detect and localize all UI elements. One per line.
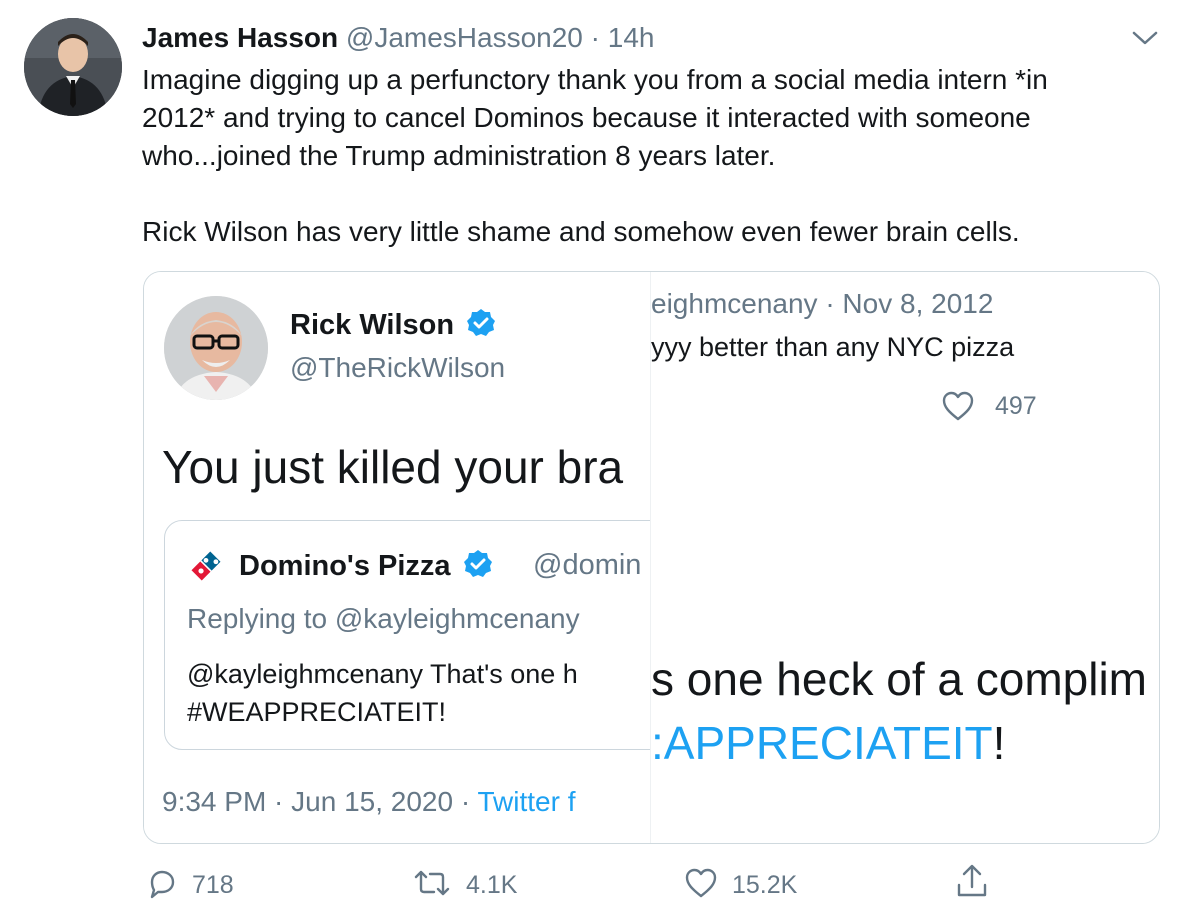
- rick-wilson-handle: @TheRickWilson: [290, 352, 506, 383]
- retweet-count: 4.1K: [466, 870, 518, 899]
- tweet-media-image[interactable]: Rick Wilson @TheRickWilson You just kill…: [143, 271, 1160, 844]
- retweet-button[interactable]: 4.1K: [412, 868, 517, 902]
- original-tweet-likes: 497: [995, 392, 1037, 420]
- hashtag-prefix: :: [651, 717, 664, 769]
- replying-to-label: Replying to @kayleighmcenany: [187, 603, 580, 634]
- quoted-tweet: Domino's Pizza @domin Replying to @kayle…: [164, 520, 650, 750]
- quoted-tweet-text: @kayleighmcenany That's one h #WEAPPRECI…: [187, 655, 578, 731]
- original-tweet-meta: eighmcenany · Nov 8, 2012: [651, 288, 994, 319]
- author-name[interactable]: James Hasson: [142, 22, 338, 53]
- tweet-body-line: Rick Wilson has very little shame and so…: [142, 216, 1020, 247]
- quoted-text-line: @kayleighmcenany That's one h: [187, 659, 578, 689]
- tweet-timestamp[interactable]: 14h: [608, 22, 655, 53]
- author-avatar[interactable]: [24, 18, 122, 116]
- tweet: James Hasson @JamesHasson20 · 14h Imagin…: [0, 0, 1186, 919]
- retweet-icon: [412, 867, 452, 904]
- original-tweet-hashtag: :APPRECIATEIT!: [651, 716, 1005, 770]
- rick-wilson-tweet-text: You just killed your bra: [162, 441, 624, 493]
- verified-badge-icon: [463, 549, 493, 587]
- paragraph-spacer: [142, 175, 1152, 213]
- rick-wilson-source: Twitter f: [477, 786, 576, 817]
- heart-icon: [684, 867, 718, 904]
- like-count: 15.2K: [732, 870, 798, 899]
- quoted-author-handle: @domin: [533, 549, 642, 581]
- verified-badge-icon: [466, 308, 496, 346]
- dominos-logo-icon: [187, 547, 225, 585]
- author-handle[interactable]: @JamesHasson20: [346, 22, 583, 53]
- rick-wilson-name-text: Rick Wilson: [290, 309, 455, 341]
- heart-icon: [941, 390, 975, 422]
- chevron-down-icon[interactable]: [1130, 28, 1160, 48]
- screenshot-right: eighmcenany · Nov 8, 2012 yyy better tha…: [650, 272, 1159, 843]
- reply-icon: [146, 867, 178, 904]
- original-tweet-compliment: s one heck of a complim: [651, 653, 1148, 705]
- tweet-header: James Hasson @JamesHasson20 · 14h: [142, 20, 654, 56]
- like-button[interactable]: 15.2K: [684, 868, 797, 902]
- rick-wilson-timestamp: 9:34 PM · Jun 15, 2020 ·: [162, 786, 478, 817]
- reply-count: 718: [192, 870, 234, 899]
- share-icon: [955, 863, 989, 904]
- tweet-body-line: Imagine digging up a perfunctory thank y…: [142, 64, 1048, 95]
- quoted-author-name: Domino's Pizza: [239, 549, 493, 587]
- reply-button[interactable]: 718: [146, 868, 234, 902]
- rick-wilson-meta: 9:34 PM · Jun 15, 2020 · Twitter f: [162, 786, 575, 818]
- hashtag-link: APPRECIATEIT: [663, 717, 993, 769]
- header-separator: ·: [590, 22, 600, 53]
- quoted-text-line: #WEAPPRECIATEIT!: [187, 697, 447, 727]
- tweet-body: Imagine digging up a perfunctory thank y…: [142, 61, 1152, 251]
- original-tweet-text: yyy better than any NYC pizza: [651, 332, 1015, 362]
- screenshot-left: Rick Wilson @TheRickWilson You just kill…: [144, 272, 650, 843]
- tweet-body-line: who...joined the Trump administration 8 …: [142, 140, 776, 171]
- tweet-body-line: 2012* and trying to cancel Dominos becau…: [142, 102, 1031, 133]
- quoted-author-name-text: Domino's Pizza: [239, 550, 451, 582]
- rick-wilson-avatar: [164, 296, 268, 400]
- rick-wilson-name: Rick Wilson: [290, 308, 496, 346]
- share-button[interactable]: [955, 864, 989, 900]
- hashtag-bang: !: [992, 717, 1006, 769]
